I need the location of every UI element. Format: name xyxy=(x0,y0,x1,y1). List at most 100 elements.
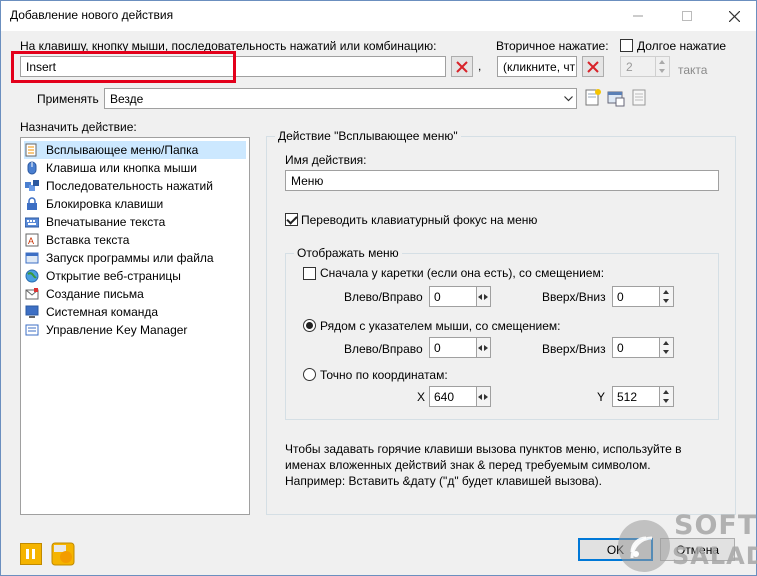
x-coord-label: X xyxy=(417,390,426,404)
action-item-label: Всплывающее меню/Папка xyxy=(46,143,199,157)
maximize-button[interactable] xyxy=(664,1,710,31)
action-item-system-command[interactable]: Системная команда xyxy=(24,303,246,321)
action-item-key-lock[interactable]: Блокировка клавиши xyxy=(24,195,246,213)
action-item-paste-text[interactable]: A Вставка текста xyxy=(24,231,246,249)
clear-secondary-button[interactable] xyxy=(582,56,604,77)
key-manager-icon xyxy=(25,324,39,336)
y-coord-value[interactable]: 512 xyxy=(612,386,660,407)
hint-line-2: именах вложенных действий знак & перед т… xyxy=(285,458,651,472)
y-coord-spinner[interactable]: 512 xyxy=(612,386,676,407)
exact-coords-radio[interactable] xyxy=(303,368,316,381)
caret-up-down-label: Вверх/Вниз xyxy=(542,290,606,304)
action-item-label: Клавиша или кнопка мыши xyxy=(46,161,197,175)
tact-spinner[interactable] xyxy=(656,56,670,77)
pick-window-icon[interactable] xyxy=(607,89,625,107)
arrow-down-icon xyxy=(663,299,669,303)
action-item-label: Системная команда xyxy=(46,305,159,319)
display-menu-legend: Отображать меню xyxy=(294,246,402,260)
arrow-right-icon xyxy=(484,394,488,400)
spin-arrows[interactable] xyxy=(660,386,674,407)
keyboard-icon xyxy=(25,217,39,228)
hint-line-3: Например: Вставить &дату ("д" будет клав… xyxy=(285,474,602,488)
action-item-create-email[interactable]: Создание письма xyxy=(24,285,246,303)
dialog-window: Добавление нового действия На клавишу, к… xyxy=(0,0,757,576)
caret-offset-checkbox[interactable] xyxy=(303,267,316,280)
globe-icon xyxy=(25,269,39,283)
spin-arrows[interactable] xyxy=(477,286,491,307)
arrow-left-icon xyxy=(478,345,482,351)
action-name-input[interactable]: Меню xyxy=(285,170,719,191)
action-item-run-program[interactable]: Запуск программы или файла xyxy=(24,249,246,267)
action-item-label: Вставка текста xyxy=(46,233,130,247)
assign-action-label: Назначить действие: xyxy=(20,120,137,134)
spin-down-icon xyxy=(659,69,665,73)
clear-x-icon xyxy=(456,60,468,73)
action-item-type-text[interactable]: Впечатывание текста xyxy=(24,213,246,231)
caret-left-right-spinner[interactable]: 0 xyxy=(429,286,493,307)
minimize-button[interactable] xyxy=(615,1,661,31)
highlight-box xyxy=(11,51,236,83)
key-manager-logo-icon[interactable] xyxy=(51,542,75,566)
y-coord-label: Y xyxy=(597,390,606,404)
x-coord-spinner[interactable]: 640 xyxy=(429,386,493,407)
keyboard-focus-checkbox[interactable] xyxy=(285,213,298,226)
close-button[interactable] xyxy=(711,1,757,31)
mouse-left-right-value[interactable]: 0 xyxy=(429,337,477,358)
action-item-label: Впечатывание текста xyxy=(46,215,166,229)
action-item-open-webpage[interactable]: Открытие веб-страницы xyxy=(24,267,246,285)
apply-combobox-value: Везде xyxy=(110,92,144,106)
arrow-left-icon xyxy=(478,394,482,400)
paste-text-icon: A xyxy=(25,233,39,247)
action-name-label: Имя действия: xyxy=(285,153,367,167)
action-item-key-sequence[interactable]: Последовательность нажатий xyxy=(24,177,246,195)
spin-arrows[interactable] xyxy=(660,337,674,358)
pause-icon[interactable] xyxy=(20,543,42,565)
minimize-icon xyxy=(633,15,643,17)
window-title: Добавление нового действия xyxy=(10,8,174,22)
watermark-text-salad: SALAD xyxy=(672,542,757,570)
watermark-text-soft: SOFT xyxy=(674,510,757,541)
action-item-label: Открытие веб-страницы xyxy=(46,269,181,283)
clear-hotkey-button[interactable] xyxy=(451,56,473,77)
close-icon xyxy=(728,10,740,22)
action-list[interactable]: Всплывающее меню/Папка Клавиша или кнопк… xyxy=(20,137,250,515)
arrow-up-icon xyxy=(663,341,669,345)
edit-rule-icon[interactable] xyxy=(630,89,648,107)
action-item-label: Управление Key Manager xyxy=(46,323,188,337)
mouse-left-right-label: Влево/Вправо xyxy=(344,342,423,356)
spin-arrows[interactable] xyxy=(660,286,674,307)
arrow-down-icon xyxy=(663,350,669,354)
svg-text:A: A xyxy=(28,236,34,246)
mouse-up-down-spinner[interactable]: 0 xyxy=(612,337,676,358)
tact-count-input[interactable]: 2 xyxy=(620,56,656,77)
hint-line-1: Чтобы задавать горячие клавиши вызова пу… xyxy=(285,442,682,456)
caret-left-right-label: Влево/Вправо xyxy=(344,290,423,304)
apply-label: Применять xyxy=(37,92,99,106)
caret-up-down-value[interactable]: 0 xyxy=(612,286,660,307)
action-item-key-or-mouse[interactable]: Клавиша или кнопка мыши xyxy=(24,159,246,177)
mouse-offset-radio[interactable] xyxy=(303,319,316,332)
mouse-left-right-spinner[interactable]: 0 xyxy=(429,337,493,358)
caret-up-down-spinner[interactable]: 0 xyxy=(612,286,676,307)
spin-arrows[interactable] xyxy=(477,337,491,358)
caret-left-right-value[interactable]: 0 xyxy=(429,286,477,307)
caret-offset-label: Сначала у каретки (если она есть), со см… xyxy=(320,266,605,280)
mouse-up-down-value[interactable]: 0 xyxy=(612,337,660,358)
long-press-checkbox[interactable] xyxy=(620,39,633,52)
spin-arrows[interactable] xyxy=(477,386,491,407)
secondary-press-label: Вторичное нажатие: xyxy=(496,39,609,53)
new-window-rule-icon[interactable] xyxy=(584,89,602,107)
key-sequence-icon xyxy=(25,180,39,191)
action-item-label: Создание письма xyxy=(46,287,144,301)
spin-up-icon xyxy=(659,60,665,64)
panel-title: Действие "Всплывающее меню" xyxy=(275,129,461,143)
watermark-logo: SOFT SALAD xyxy=(604,506,757,574)
action-item-popup-menu[interactable]: Всплывающее меню/Папка xyxy=(24,141,246,159)
secondary-press-input[interactable]: (кликните, чт xyxy=(497,56,577,77)
action-item-key-manager-control[interactable]: Управление Key Manager xyxy=(24,321,246,339)
apply-combobox[interactable]: Везде xyxy=(104,88,577,109)
mouse-up-down-label: Вверх/Вниз xyxy=(542,342,606,356)
x-coord-value[interactable]: 640 xyxy=(429,386,477,407)
clear-x-icon xyxy=(587,60,599,73)
maximize-icon xyxy=(682,11,692,21)
